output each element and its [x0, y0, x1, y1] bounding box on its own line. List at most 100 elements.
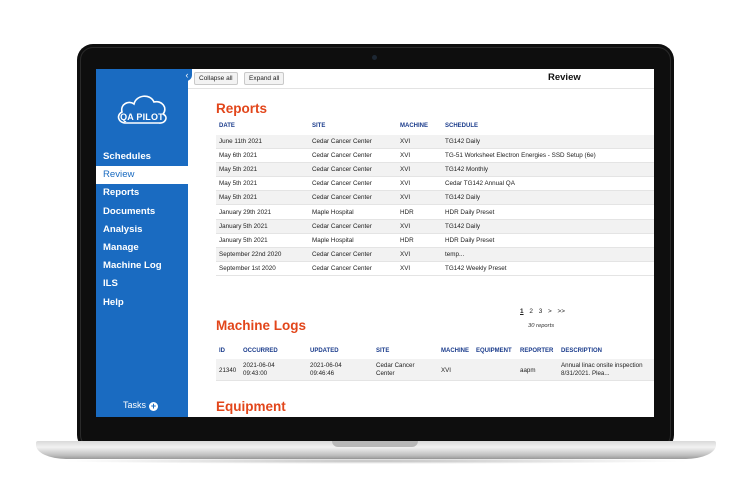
laptop-base-notch	[332, 441, 418, 447]
table-row[interactable]: May 5th 2021 Cedar Cancer Center XVI Cedar …	[216, 177, 654, 192]
cloud-logo-icon	[117, 95, 167, 124]
report-machine: XVI	[400, 180, 411, 188]
page-2-link[interactable]: 2	[529, 308, 533, 315]
col-header-schedule[interactable]: SCHEDULE	[445, 123, 478, 129]
col-header-occurred[interactable]: OCCURRED	[243, 348, 278, 354]
table-row[interactable]: May 6th 2021 Cedar Cancer Center XVI TG-51 …	[216, 149, 654, 164]
page-title: Review	[548, 72, 581, 83]
report-machine: XVI	[400, 166, 411, 174]
equipment-title: Equipment	[216, 399, 286, 414]
report-date: May 5th 2021	[219, 194, 258, 202]
report-schedule: HDR Daily Preset	[445, 236, 495, 244]
report-machine: XVI	[400, 264, 411, 272]
report-site: Cedar Cancer Center	[312, 222, 372, 230]
col-header-reporter[interactable]: REPORTER	[520, 348, 553, 354]
col-header-updated[interactable]: UPDATED	[310, 348, 339, 354]
report-site: Cedar Cancer Center	[312, 194, 372, 202]
log-site-line2: Center	[376, 370, 395, 377]
col-header-site[interactable]: SITE	[312, 123, 325, 129]
col-header-id[interactable]: ID	[219, 348, 225, 354]
report-machine: HDR	[400, 208, 414, 216]
last-page-link[interactable]: >>	[558, 308, 565, 315]
report-date: May 5th 2021	[219, 180, 258, 188]
report-machine: XVI	[400, 250, 411, 258]
table-row[interactable]: September 1st 2020 Cedar Cancer Center XVI…	[216, 262, 654, 276]
sidebar-item-ils[interactable]: ILS	[96, 275, 188, 293]
col-header-machine[interactable]: MACHINE	[441, 348, 469, 354]
col-header-site[interactable]: SITE	[376, 348, 389, 354]
sidebar-nav: Schedules Review Reports Documents Analy…	[96, 148, 188, 312]
log-occurred-date: 2021-06-04	[243, 362, 275, 369]
sidebar: QA PILOT Schedules Review Reports Docume…	[96, 69, 188, 417]
sidebar-item-help[interactable]: Help	[96, 294, 188, 312]
table-row[interactable]: January 5th 2021 Maple Hospital HDR HDR Dai…	[216, 234, 654, 248]
log-machine: XVI	[441, 367, 451, 374]
col-header-date[interactable]: DATE	[219, 123, 235, 129]
sidebar-item-documents[interactable]: Documents	[96, 203, 188, 221]
sidebar-item-reports[interactable]: Reports	[96, 184, 188, 202]
log-description-line1: Annual linac onsite inspection	[561, 362, 643, 369]
report-schedule: Cedar TG142 Annual QA	[445, 180, 515, 188]
report-site: Cedar Cancer Center	[312, 264, 372, 272]
laptop-chin	[96, 417, 654, 443]
tasks-label: Tasks	[123, 400, 147, 410]
table-row[interactable]: January 29th 2021 Maple Hospital HDR HDR Da…	[216, 206, 654, 220]
report-date: June 11th 2021	[219, 138, 262, 145]
log-reporter: aapm	[520, 367, 536, 374]
expand-all-button[interactable]: Expand all	[244, 72, 285, 85]
report-site: Cedar Cancer Center	[312, 180, 372, 188]
sidebar-item-schedules[interactable]: Schedules	[96, 148, 188, 166]
log-occurred-time: 09:43:00	[243, 370, 268, 377]
report-date: January 5th 2021	[219, 236, 268, 244]
log-site-line1: Cedar Cancer	[376, 362, 415, 369]
laptop-shadow	[60, 458, 692, 464]
log-updated-time: 09:46:46	[310, 370, 335, 377]
tasks-button[interactable]: Tasks +	[123, 400, 159, 411]
plus-circle-icon: +	[149, 401, 159, 411]
table-row[interactable]: January 5th 2021 Cedar Cancer Center XVI TG…	[216, 219, 654, 234]
report-date: September 22nd 2020	[219, 250, 282, 258]
report-date: September 1st 2020	[219, 264, 276, 272]
report-site: Cedar Cancer Center	[312, 138, 372, 145]
reports-title: Reports	[216, 101, 268, 116]
sidebar-item-manage[interactable]: Manage	[96, 239, 188, 257]
report-schedule: TG142 Daily	[445, 222, 480, 230]
report-schedule: TG142 Daily	[445, 194, 480, 202]
app-logo-text: QA PILOT	[120, 112, 164, 122]
col-header-description[interactable]: DESCRIPTION	[561, 348, 602, 354]
report-machine: HDR	[400, 236, 414, 244]
report-schedule: HDR Daily Preset	[445, 208, 495, 216]
reports-count: 30 reports	[528, 323, 555, 329]
report-site: Cedar Cancer Center	[312, 166, 372, 174]
collapse-all-button[interactable]: Collapse all	[194, 72, 238, 85]
table-row[interactable]: 21340 2021-06-04 09:43:00 2021-06-04 09:…	[216, 359, 654, 381]
table-row[interactable]: May 5th 2021 Cedar Cancer Center XVI TG142 …	[216, 191, 654, 206]
log-updated-date: 2021-06-04	[310, 362, 342, 369]
report-schedule: TG142 Daily	[445, 138, 480, 145]
sidebar-item-analysis[interactable]: Analysis	[96, 221, 188, 239]
report-machine: XVI	[400, 194, 411, 202]
table-row[interactable]: May 5th 2021 Cedar Cancer Center XVI TG142 …	[216, 163, 654, 178]
report-date: January 5th 2021	[219, 222, 268, 230]
next-page-link[interactable]: >	[548, 308, 552, 315]
report-date: May 6th 2021	[219, 152, 258, 160]
report-machine: XVI	[400, 152, 411, 160]
main-content: Reports DATE SITE MACHINE SCHEDULE June …	[188, 89, 654, 417]
sidebar-item-review[interactable]: Review	[96, 166, 188, 185]
log-id: 21340	[219, 367, 237, 374]
report-site: Cedar Cancer Center	[312, 152, 372, 160]
page-1-link[interactable]: 1	[520, 308, 524, 315]
report-schedule: TG142 Weekly Preset	[445, 264, 507, 272]
col-header-machine[interactable]: MACHINE	[400, 123, 428, 129]
report-site: Maple Hospital	[312, 208, 354, 216]
pagination: 1 2 3 > >>	[520, 308, 569, 315]
table-row[interactable]: June 11th 2021 Cedar Cancer Center XVI TG14…	[216, 135, 654, 149]
report-machine: XVI	[400, 222, 411, 230]
page-3-link[interactable]: 3	[539, 308, 543, 315]
toolbar: Collapse all Expand all Review	[188, 69, 654, 89]
table-row[interactable]: September 22nd 2020 Cedar Cancer Center XV…	[216, 247, 654, 262]
reports-table: DATE SITE MACHINE SCHEDULE June 11th 202…	[216, 123, 654, 283]
report-machine: XVI	[400, 138, 411, 145]
sidebar-item-machine-log[interactable]: Machine Log	[96, 257, 188, 275]
col-header-equipment[interactable]: EQUIPMENT	[476, 348, 512, 354]
